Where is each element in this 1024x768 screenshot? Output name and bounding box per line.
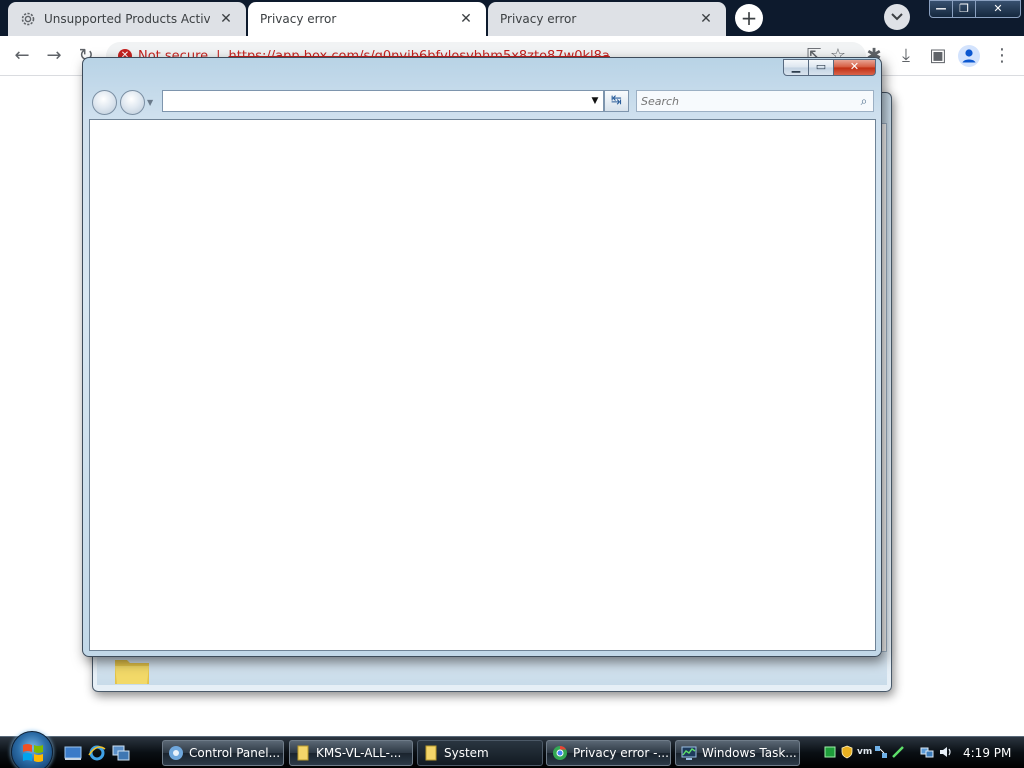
taskbar-button-label: KMS-VL-ALL-... [316, 746, 402, 760]
explorer-minimize-button[interactable]: ▁ [783, 59, 809, 76]
taskbar-button-system[interactable]: System [417, 740, 543, 766]
side-panel-icon[interactable]: ▣ [926, 44, 950, 68]
volume-icon[interactable] [939, 745, 953, 759]
network-devices-icon[interactable] [874, 745, 888, 759]
browser-minimize-button[interactable]: — [929, 0, 953, 18]
taskbar: Control Panel... KMS-VL-ALL-... System P… [0, 731, 1024, 768]
recent-pages-dropdown[interactable]: ▼ [147, 98, 153, 107]
clock[interactable]: 4:19 PM [963, 746, 1011, 760]
explorer-refresh-button[interactable]: ↹ [604, 90, 629, 112]
security-shield-icon[interactable] [840, 745, 854, 759]
tab-title: Privacy error [260, 12, 337, 26]
tab-title: Privacy error [500, 12, 577, 26]
close-icon[interactable]: ✕ [218, 11, 234, 27]
tab-privacy-error[interactable]: Privacy error ✕ [488, 2, 726, 36]
explorer-close-button[interactable]: ✕ [833, 59, 876, 76]
internet-explorer-icon[interactable] [88, 745, 106, 761]
taskbar-button-label: Control Panel... [189, 746, 281, 760]
search-icon[interactable]: ⌕ [855, 94, 873, 109]
tab-title: Unsupported Products Activatio [44, 12, 210, 26]
taskbar-button-label: System [444, 746, 489, 760]
folder-icon [297, 745, 309, 761]
windows-logo-icon [23, 744, 43, 762]
explorer-address-field[interactable]: ▼ [162, 90, 604, 112]
taskbar-button-label: Privacy error -... [573, 746, 669, 760]
control-panel-icon [169, 746, 183, 760]
search-input[interactable] [641, 94, 855, 108]
close-icon[interactable]: ✕ [458, 11, 474, 27]
forward-button[interactable]: → [42, 44, 66, 68]
chrome-icon [553, 745, 567, 760]
explorer-search-box[interactable]: ⌕ [636, 90, 874, 112]
switch-windows-icon[interactable] [112, 745, 130, 761]
taskbar-button-windows-task-manager[interactable]: Windows Task... [675, 740, 800, 766]
address-dropdown-icon[interactable]: ▼ [588, 92, 602, 110]
explorer-window[interactable]: ▁ ▭ ✕ ▼ ▼ ↹ ⌕ [82, 57, 882, 657]
folder-icon [425, 745, 437, 761]
taskbar-button-privacy-error[interactable]: Privacy error -... [546, 740, 671, 766]
chevron-down-icon [891, 13, 903, 21]
vmware-tools-icon[interactable]: vm [857, 745, 872, 759]
close-icon[interactable]: ✕ [698, 11, 714, 27]
profile-avatar[interactable] [957, 44, 981, 68]
explorer-forward-button[interactable] [120, 90, 145, 115]
profile-icon [958, 45, 980, 67]
browser-close-button[interactable]: ✕ [975, 0, 1021, 18]
browser-restore-button[interactable]: ❐ [952, 0, 976, 18]
taskbar-button-control-panel[interactable]: Control Panel... [162, 740, 284, 766]
explorer-maximize-button[interactable]: ▭ [808, 59, 834, 76]
folder-icon [115, 660, 149, 684]
tab-privacy-error-active[interactable]: Privacy error ✕ [248, 2, 486, 36]
explorer-back-button[interactable] [92, 90, 117, 115]
browser-tab-strip: Unsupported Products Activatio ✕ Privacy… [0, 0, 1024, 36]
task-manager-icon [681, 746, 697, 760]
show-desktop-icon[interactable] [64, 745, 82, 761]
taskbar-button-kms-vl-all[interactable]: KMS-VL-ALL-... [289, 740, 413, 766]
back-button[interactable]: ← [10, 44, 34, 68]
taskbar-button-label: Windows Task... [702, 746, 797, 760]
network-activity-icon[interactable] [823, 745, 837, 759]
network-connection-icon[interactable] [920, 745, 934, 759]
browser-menu-button[interactable]: ⋮ [990, 44, 1014, 68]
safely-remove-hardware-icon[interactable] [891, 745, 905, 759]
tab-unsupported-products[interactable]: Unsupported Products Activatio ✕ [8, 2, 246, 36]
explorer-content-pane[interactable] [89, 119, 876, 651]
download-icon[interactable]: ⤓ [894, 44, 918, 68]
gear-icon [21, 12, 35, 26]
tab-search-button[interactable] [884, 4, 910, 30]
new-tab-button[interactable]: + [735, 4, 763, 32]
start-button[interactable] [11, 731, 53, 768]
